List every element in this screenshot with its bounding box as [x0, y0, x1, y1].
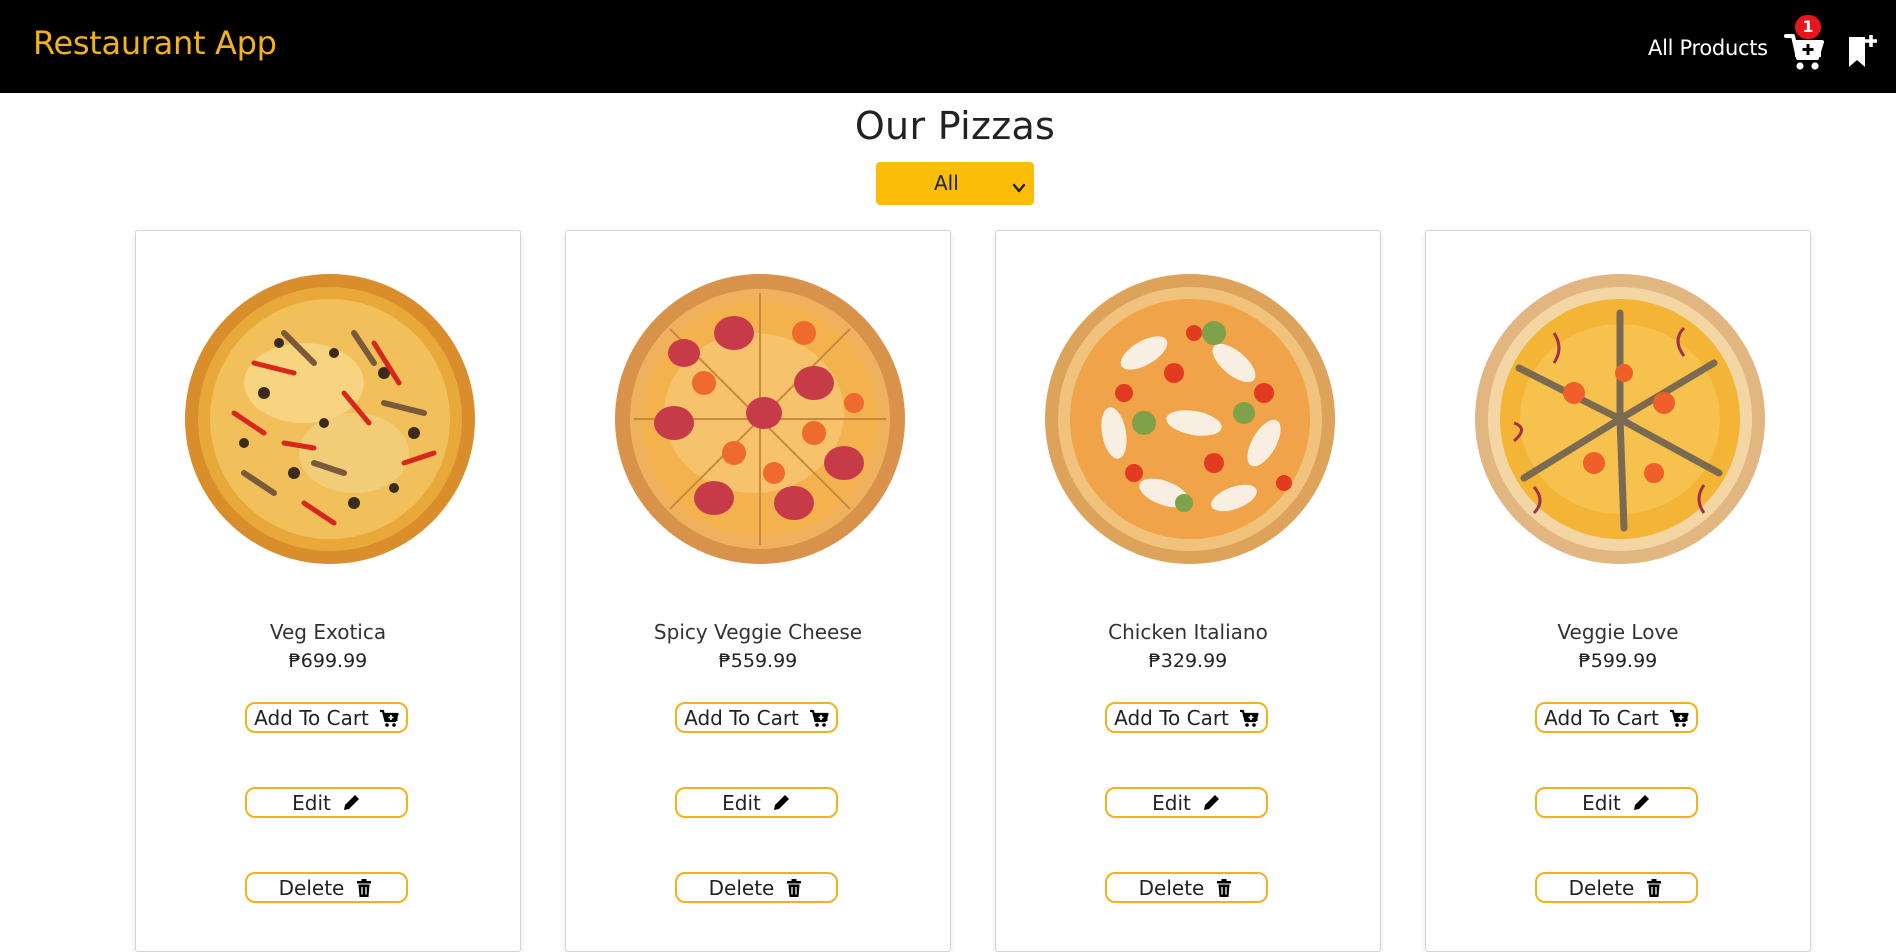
- product-price: ₱699.99: [288, 650, 368, 672]
- product-name: Veg Exotica: [269, 620, 387, 644]
- edit-label: Edit: [292, 790, 331, 815]
- navbar: Restaurant App All Products 1: [0, 0, 1896, 93]
- chevron-down-icon: [1012, 176, 1026, 193]
- edit-label: Edit: [1152, 790, 1191, 815]
- product-price: ₱599.99: [1578, 650, 1658, 672]
- add-to-cart-button[interactable]: Add To Cart: [1105, 702, 1268, 733]
- add-to-cart-button[interactable]: Add To Cart: [675, 702, 838, 733]
- pizza-image: [614, 273, 906, 565]
- trash-icon: [1647, 878, 1662, 897]
- pizza-image: [1044, 273, 1336, 565]
- add-to-cart-button[interactable]: Add To Cart: [1535, 702, 1698, 733]
- product-price: ₱329.99: [1148, 650, 1228, 672]
- cart-count-badge: 1: [1795, 15, 1821, 39]
- bookmark-plus-icon[interactable]: [1848, 34, 1878, 68]
- product-card: Veg Exotica ₱699.99 Add To Cart Edit Del…: [135, 230, 521, 952]
- add-to-cart-label: Add To Cart: [1114, 705, 1229, 730]
- product-card: Veggie Love ₱599.99 Add To Cart Edit Del…: [1425, 230, 1811, 952]
- trash-icon: [787, 878, 802, 897]
- delete-button[interactable]: Delete: [245, 872, 408, 903]
- edit-button[interactable]: Edit: [245, 787, 408, 818]
- delete-button[interactable]: Delete: [1105, 872, 1268, 903]
- add-to-cart-label: Add To Cart: [1544, 705, 1659, 730]
- cart-plus-icon: [1669, 709, 1689, 727]
- product-name: Spicy Veggie Cheese: [653, 620, 863, 644]
- trash-icon: [1217, 878, 1232, 897]
- category-filter-select[interactable]: All: [876, 162, 1034, 205]
- pencil-icon: [1633, 794, 1649, 810]
- delete-button[interactable]: Delete: [675, 872, 838, 903]
- brand-logo[interactable]: Restaurant App: [33, 24, 277, 62]
- all-products-link[interactable]: All Products: [1648, 36, 1768, 60]
- product-name: Veggie Love: [1557, 620, 1679, 644]
- pizza-image: [1474, 273, 1766, 565]
- add-to-cart-button[interactable]: Add To Cart: [245, 702, 408, 733]
- cart-plus-icon: [379, 709, 399, 727]
- product-card: Chicken Italiano ₱329.99 Add To Cart Edi…: [995, 230, 1381, 952]
- delete-label: Delete: [278, 875, 345, 900]
- pencil-icon: [773, 794, 789, 810]
- edit-button[interactable]: Edit: [1535, 787, 1698, 818]
- delete-label: Delete: [1138, 875, 1205, 900]
- product-card: Spicy Veggie Cheese ₱559.99 Add To Cart …: [565, 230, 951, 952]
- filter-selected-value: All: [934, 171, 959, 195]
- edit-label: Edit: [1582, 790, 1621, 815]
- page-title: Our Pizzas: [854, 104, 1056, 148]
- delete-button[interactable]: Delete: [1535, 872, 1698, 903]
- pizza-image: [184, 273, 476, 565]
- cart-plus-icon: [1239, 709, 1259, 727]
- pencil-icon: [1203, 794, 1219, 810]
- trash-icon: [357, 878, 372, 897]
- add-to-cart-label: Add To Cart: [684, 705, 799, 730]
- add-to-cart-label: Add To Cart: [254, 705, 369, 730]
- product-price: ₱559.99: [718, 650, 798, 672]
- product-name: Chicken Italiano: [1108, 620, 1268, 644]
- edit-button[interactable]: Edit: [1105, 787, 1268, 818]
- edit-button[interactable]: Edit: [675, 787, 838, 818]
- delete-label: Delete: [708, 875, 775, 900]
- delete-label: Delete: [1568, 875, 1635, 900]
- pencil-icon: [343, 794, 359, 810]
- edit-label: Edit: [722, 790, 761, 815]
- cart-plus-icon: [809, 709, 829, 727]
